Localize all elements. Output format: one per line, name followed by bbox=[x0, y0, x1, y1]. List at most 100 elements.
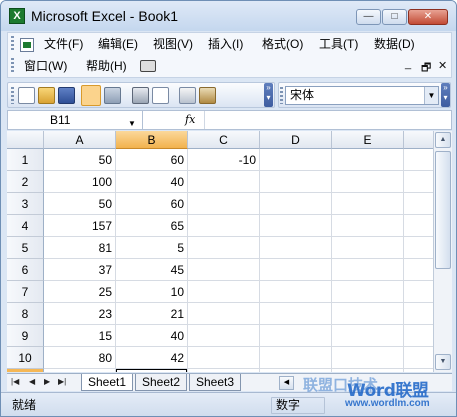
select-all-corner[interactable] bbox=[7, 131, 44, 149]
row-header-3[interactable]: 3 bbox=[7, 193, 44, 215]
cell-e11[interactable] bbox=[332, 369, 404, 372]
cell-e8[interactable] bbox=[332, 303, 404, 325]
cell-d7[interactable] bbox=[260, 281, 332, 303]
row-header-6[interactable]: 6 bbox=[7, 259, 44, 281]
formatting-grip-handle[interactable] bbox=[280, 87, 283, 104]
cell-e10[interactable] bbox=[332, 347, 404, 369]
row-header-1[interactable]: 1 bbox=[7, 149, 44, 171]
cell-a7[interactable]: 25 bbox=[44, 281, 116, 303]
cell-b6[interactable]: 45 bbox=[116, 259, 188, 281]
cell-a8[interactable]: 23 bbox=[44, 303, 116, 325]
cell-f10[interactable] bbox=[404, 347, 433, 369]
vertical-scrollbar[interactable]: ▲ ▼ bbox=[433, 131, 452, 372]
menu-insert[interactable]: 插入(I) bbox=[208, 35, 243, 53]
camera-icon[interactable] bbox=[140, 60, 156, 72]
cell-e3[interactable] bbox=[332, 193, 404, 215]
formula-input[interactable] bbox=[204, 111, 452, 129]
cell-b7[interactable]: 10 bbox=[116, 281, 188, 303]
mdi-minimize-button[interactable]: _ bbox=[405, 58, 411, 70]
row-header-5[interactable]: 5 bbox=[7, 237, 44, 259]
cell-d8[interactable] bbox=[260, 303, 332, 325]
mdi-close-button[interactable]: ✕ bbox=[438, 59, 447, 72]
toolbar-grip-handle[interactable] bbox=[11, 87, 14, 104]
excel-app-icon[interactable]: X bbox=[9, 8, 25, 24]
cell-c1[interactable]: -10 bbox=[188, 149, 260, 171]
font-name-combo[interactable]: 宋体 ▼ bbox=[285, 86, 439, 105]
cell-f7[interactable] bbox=[404, 281, 433, 303]
cell-d3[interactable] bbox=[260, 193, 332, 215]
close-button[interactable]: ✕ bbox=[408, 9, 448, 25]
tab-sheet2[interactable]: Sheet2 bbox=[135, 374, 187, 391]
cell-c6[interactable] bbox=[188, 259, 260, 281]
last-sheet-button[interactable]: ▶| bbox=[58, 377, 66, 386]
cell-b1[interactable]: 60 bbox=[116, 149, 188, 171]
menu-grip-handle-2[interactable] bbox=[11, 58, 14, 74]
menu-window[interactable]: 窗口(W) bbox=[24, 57, 67, 75]
menu-grip-handle[interactable] bbox=[11, 36, 14, 52]
column-header-e[interactable]: E bbox=[332, 131, 404, 149]
cell-b10[interactable]: 42 bbox=[116, 347, 188, 369]
column-header-d[interactable]: D bbox=[260, 131, 332, 149]
minimize-button[interactable]: — bbox=[356, 9, 381, 25]
cell-a11[interactable] bbox=[44, 369, 116, 372]
cell-d9[interactable] bbox=[260, 325, 332, 347]
maximize-button[interactable]: □ bbox=[382, 9, 407, 25]
save-icon[interactable] bbox=[58, 87, 75, 104]
cell-d10[interactable] bbox=[260, 347, 332, 369]
cell-f2[interactable] bbox=[404, 171, 433, 193]
toolbar-options-chevron[interactable]: » ▾ bbox=[264, 83, 273, 107]
print-preview-icon[interactable] bbox=[152, 87, 169, 104]
mdi-restore-button[interactable]: 🗗 bbox=[421, 59, 431, 78]
cell-a6[interactable]: 37 bbox=[44, 259, 116, 281]
cell-a2[interactable]: 100 bbox=[44, 171, 116, 193]
row-header-2[interactable]: 2 bbox=[7, 171, 44, 193]
row-header-10[interactable]: 10 bbox=[7, 347, 44, 369]
cell-c10[interactable] bbox=[188, 347, 260, 369]
cell-b4[interactable]: 65 bbox=[116, 215, 188, 237]
cell-d11[interactable] bbox=[260, 369, 332, 372]
cell-e9[interactable] bbox=[332, 325, 404, 347]
column-header-b[interactable]: B bbox=[116, 131, 188, 149]
scroll-left-button[interactable]: ◀ bbox=[279, 376, 294, 390]
menu-help[interactable]: 帮助(H) bbox=[86, 57, 127, 75]
row-header-8[interactable]: 8 bbox=[7, 303, 44, 325]
cell-d2[interactable] bbox=[260, 171, 332, 193]
cell-f8[interactable] bbox=[404, 303, 433, 325]
cell-a1[interactable]: 50 bbox=[44, 149, 116, 171]
workbook-icon[interactable] bbox=[20, 38, 34, 52]
worksheet-grid[interactable]: A B C D E 1 50 60 -10 2 100 40 3 50 60 4 157 65 5 81 5 6… bbox=[7, 131, 433, 372]
column-header-f[interactable] bbox=[404, 131, 433, 149]
cell-a3[interactable]: 50 bbox=[44, 193, 116, 215]
column-header-a[interactable]: A bbox=[44, 131, 116, 149]
menu-tools[interactable]: 工具(T) bbox=[319, 35, 358, 53]
cell-a9[interactable]: 15 bbox=[44, 325, 116, 347]
cell-f9[interactable] bbox=[404, 325, 433, 347]
name-box[interactable]: B11 ▼ bbox=[8, 111, 143, 129]
cell-b9[interactable]: 40 bbox=[116, 325, 188, 347]
scroll-up-button[interactable]: ▲ bbox=[435, 132, 451, 148]
menu-data[interactable]: 数据(D) bbox=[374, 35, 415, 53]
menu-format[interactable]: 格式(O) bbox=[262, 35, 303, 53]
cell-e5[interactable] bbox=[332, 237, 404, 259]
print-icon[interactable] bbox=[132, 87, 149, 104]
row-header-9[interactable]: 9 bbox=[7, 325, 44, 347]
row-header-11[interactable]: 11 bbox=[7, 369, 44, 372]
cell-b3[interactable]: 60 bbox=[116, 193, 188, 215]
new-icon[interactable] bbox=[18, 87, 35, 104]
cell-f1[interactable] bbox=[404, 149, 433, 171]
next-sheet-button[interactable]: ▶ bbox=[44, 377, 50, 386]
cell-c7[interactable] bbox=[188, 281, 260, 303]
cell-b8[interactable]: 21 bbox=[116, 303, 188, 325]
email-icon[interactable] bbox=[104, 87, 121, 104]
cell-c3[interactable] bbox=[188, 193, 260, 215]
cell-a5[interactable]: 81 bbox=[44, 237, 116, 259]
first-sheet-button[interactable]: |◀ bbox=[11, 377, 19, 386]
insert-function-icon[interactable]: fx bbox=[185, 113, 195, 126]
cell-c4[interactable] bbox=[188, 215, 260, 237]
cell-d4[interactable] bbox=[260, 215, 332, 237]
tab-sheet3[interactable]: Sheet3 bbox=[189, 374, 241, 391]
cell-b2[interactable]: 40 bbox=[116, 171, 188, 193]
menu-view[interactable]: 视图(V) bbox=[153, 35, 193, 53]
spelling-icon[interactable] bbox=[179, 87, 196, 104]
cell-e2[interactable] bbox=[332, 171, 404, 193]
